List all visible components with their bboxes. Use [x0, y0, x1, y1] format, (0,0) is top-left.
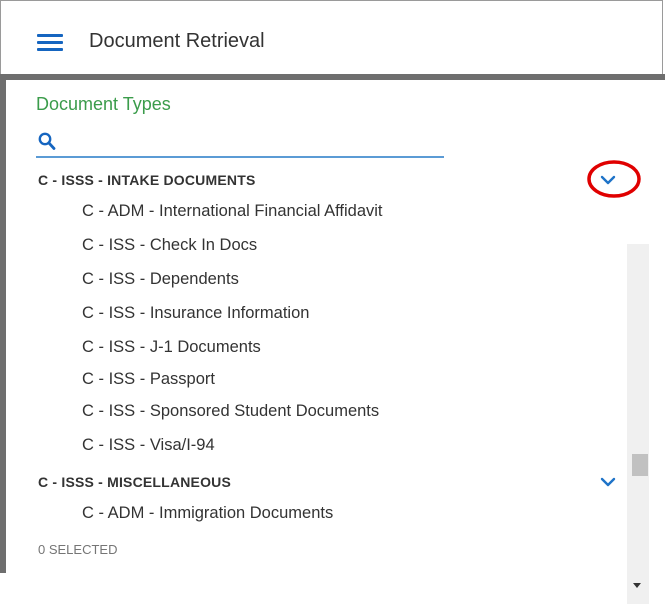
- list-item[interactable]: C - ADM - International Financial Affida…: [6, 196, 626, 230]
- group-label: C - ISSS - INTAKE DOCUMENTS: [38, 172, 256, 188]
- search-field[interactable]: [36, 130, 444, 158]
- list-item-label: C - ISS - Insurance Information: [82, 304, 310, 322]
- list-item-label: C - ADM - Immigration Documents: [82, 504, 334, 522]
- list-item-label: C - ISS - Visa/I-94: [82, 436, 215, 454]
- selected-count: 0 SELECTED: [38, 542, 118, 557]
- app-header: Document Retrieval: [0, 0, 663, 74]
- list-item[interactable]: C - ISS - Insurance Information: [6, 298, 626, 332]
- list-item[interactable]: C - ISS - Visa/I-94: [6, 430, 626, 464]
- group-header-intake-documents[interactable]: C - ISSS - INTAKE DOCUMENTS: [6, 160, 641, 198]
- search-icon: [38, 132, 56, 150]
- search-input[interactable]: [60, 132, 444, 154]
- list-item-label: C - ISS - Sponsored Student Documents: [82, 402, 380, 420]
- list-item-label: C - ISS - Check In Docs: [82, 236, 258, 254]
- page-title: Document Retrieval: [89, 30, 265, 52]
- hamburger-menu-icon[interactable]: [37, 34, 63, 52]
- chevron-down-icon[interactable]: [598, 472, 618, 492]
- section-title: Document Types: [36, 94, 171, 114]
- list-item-label: C - ISS - Passport: [82, 370, 215, 388]
- scrollbar-thumb[interactable]: [632, 454, 648, 476]
- list-item-label: C - ISS - Dependents: [82, 270, 239, 288]
- list-scrollbar[interactable]: [627, 244, 649, 604]
- list-item[interactable]: C - ISS - Dependents: [6, 264, 626, 298]
- list-item-label: C - ADM - International Financial Affida…: [82, 202, 383, 220]
- list-item[interactable]: C - ISS - Sponsored Student Documents: [6, 396, 626, 430]
- chevron-down-icon[interactable]: [598, 170, 618, 190]
- scroll-down-arrow-icon[interactable]: [633, 583, 641, 588]
- list-item[interactable]: C - ISS - J-1 Documents: [6, 332, 626, 366]
- document-type-list: C - ISSS - INTAKE DOCUMENTS C - ADM - In…: [6, 160, 641, 540]
- group-header-miscellaneous[interactable]: C - ISSS - MISCELLANEOUS: [6, 466, 626, 500]
- list-item[interactable]: C - ISS - Check In Docs: [6, 230, 626, 264]
- group-label: C - ISSS - MISCELLANEOUS: [38, 474, 232, 490]
- list-item-label: C - ISS - J-1 Documents: [82, 338, 261, 356]
- document-types-panel: Document Types C - ISSS - INTAKE DOCUMEN…: [0, 80, 665, 604]
- list-item[interactable]: C - ISS - Passport: [6, 364, 626, 398]
- list-item[interactable]: C - ADM - Immigration Documents: [6, 498, 626, 532]
